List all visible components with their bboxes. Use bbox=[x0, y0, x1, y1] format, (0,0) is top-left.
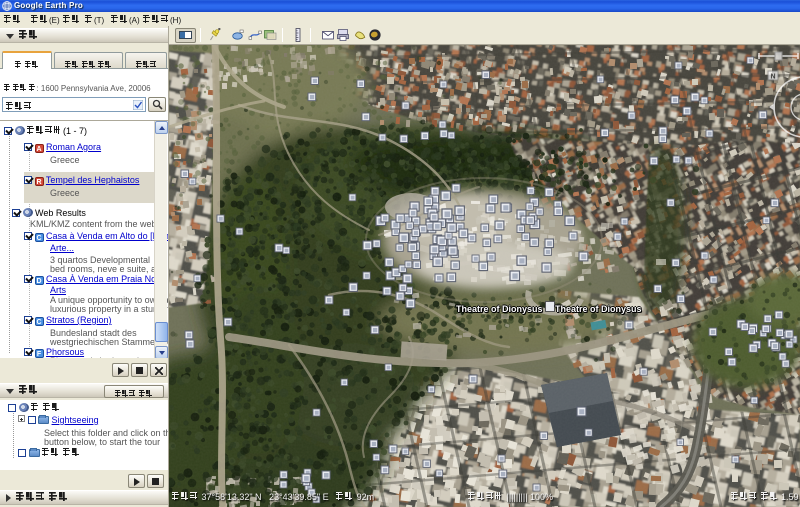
svg-text:N: N bbox=[771, 74, 776, 81]
